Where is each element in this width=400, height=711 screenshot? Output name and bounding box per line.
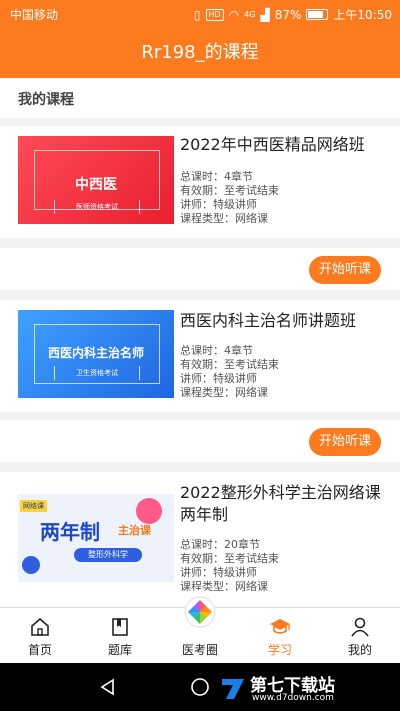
course-action-row: 开始听课 — [0, 420, 400, 462]
course-thumbnail[interactable]: 西医内科主治名师 卫生资格考试 — [18, 310, 174, 398]
thumbnail-title: 中西医 — [75, 177, 117, 193]
hours-value: 4章节 — [224, 344, 253, 357]
tab-question-bank[interactable]: 题库 — [80, 608, 160, 664]
signal-icon: ▟ — [260, 7, 270, 22]
tab-label: 学习 — [267, 643, 292, 657]
thumbnail-chip: 网络课 — [20, 500, 47, 512]
type-value: 网络课 — [235, 580, 268, 593]
status-bar: 中国移动 ▯ HD ◠ 4G ▟ 87% 上午10:50 — [0, 0, 400, 28]
page-title: Rr198_的课程 — [141, 42, 259, 63]
lecturer-label: 讲师： — [180, 566, 213, 579]
thumbnail-tag: 主治课 — [118, 524, 151, 537]
network-label: 4G — [244, 10, 256, 19]
course-card[interactable]: 网络课 两年制 主治课 整形外科学 2022整形外科学主治网络课两年制 总课时：… — [0, 472, 400, 607]
back-icon[interactable] — [98, 677, 118, 697]
course-card[interactable]: 中西医 医师资格考试 2022年中西医精品网络班 总课时：4章节 有效期：至考试… — [0, 126, 400, 238]
thumbnail-subtitle: 卫生资格考试 — [54, 366, 140, 380]
course-title[interactable]: 西医内科主治名师讲题班 — [180, 310, 390, 332]
course-meta: 总课时：20章节 有效期：至考试结束 讲师：特级讲师 课程类型：网络课 — [180, 538, 390, 594]
start-listening-button[interactable]: 开始听课 — [309, 256, 381, 284]
course-title[interactable]: 2022整形外科学主治网络课两年制 — [180, 482, 390, 526]
type-value: 网络课 — [235, 212, 268, 225]
tab-study[interactable]: 学习 — [240, 608, 320, 664]
hd-badge: HD — [205, 8, 224, 21]
tab-label: 首页 — [27, 643, 52, 657]
lecturer-value: 特级讲师 — [213, 198, 257, 211]
vibrate-icon: ▯ — [193, 7, 201, 22]
thumbnail-title: 西医内科主治名师 — [47, 346, 144, 360]
validity-value: 至考试结束 — [224, 552, 279, 565]
type-value: 网络课 — [235, 386, 268, 399]
lecturer-label: 讲师： — [180, 372, 213, 385]
hours-label: 总课时： — [180, 538, 224, 551]
type-label: 课程类型： — [180, 386, 235, 399]
tab-label: 题库 — [107, 643, 132, 657]
validity-label: 有效期： — [180, 358, 224, 371]
aperture-icon — [184, 596, 216, 628]
watermark: 第七下载站 www.d7down.com — [218, 669, 398, 707]
validity-value: 至考试结束 — [224, 358, 279, 371]
hours-value: 20章节 — [224, 538, 260, 551]
tab-label: 医考圈 — [181, 643, 218, 657]
thumbnail-subtitle: 医师资格考试 — [54, 200, 140, 214]
wifi-icon: ◠ — [228, 7, 240, 22]
tab-profile[interactable]: 我的 — [320, 608, 400, 664]
validity-label: 有效期： — [180, 184, 224, 197]
person-icon — [351, 617, 369, 637]
carrier-label: 中国移动 — [10, 8, 59, 22]
validity-label: 有效期： — [180, 552, 224, 565]
home-icon — [31, 617, 49, 636]
lecturer-value: 特级讲师 — [213, 566, 257, 579]
lecturer-label: 讲师： — [180, 198, 213, 211]
hours-value: 4章节 — [224, 170, 253, 183]
course-card[interactable]: 西医内科主治名师 卫生资格考试 西医内科主治名师讲题班 总课时：4章节 有效期：… — [0, 300, 400, 412]
type-label: 课程类型： — [180, 212, 235, 225]
start-listening-button[interactable]: 开始听课 — [309, 428, 381, 456]
status-icons: ▯ HD ◠ 4G ▟ 87% 上午10:50 — [194, 6, 392, 23]
lecturer-value: 特级讲师 — [213, 372, 257, 385]
watermark-logo-icon — [222, 679, 244, 699]
course-thumbnail[interactable]: 网络课 两年制 主治课 整形外科学 — [18, 494, 174, 582]
hours-label: 总课时： — [180, 344, 224, 357]
tab-circle[interactable]: 医考圈 — [160, 596, 240, 664]
course-title[interactable]: 2022年中西医精品网络班 — [180, 134, 390, 156]
thumbnail-pill: 整形外科学 — [74, 548, 142, 562]
course-meta: 总课时：4章节 有效期：至考试结束 讲师：特级讲师 课程类型：网络课 — [180, 170, 390, 226]
system-nav-bar: 第七下载站 www.d7down.com — [0, 663, 400, 711]
section-header: 我的课程 — [0, 78, 400, 118]
decor-circle — [22, 556, 40, 574]
page-header: Rr198_的课程 — [0, 28, 400, 78]
validity-value: 至考试结束 — [224, 184, 279, 197]
battery-percent: 87% — [274, 7, 302, 22]
bottom-tab-bar: 首页 题库 医考圈 学习 我的 — [0, 596, 400, 664]
tab-home[interactable]: 首页 — [0, 608, 80, 664]
clock: 上午10:50 — [333, 8, 392, 22]
thumbnail-title: 两年制 — [40, 520, 100, 544]
course-meta: 总课时：4章节 有效期：至考试结束 讲师：特级讲师 课程类型：网络课 — [180, 344, 390, 400]
tab-label: 我的 — [347, 643, 372, 657]
hours-label: 总课时： — [180, 170, 224, 183]
decor-circle — [136, 498, 162, 524]
graduation-cap-icon — [270, 619, 290, 634]
book-icon — [112, 618, 128, 636]
home-circle-icon[interactable] — [190, 677, 210, 697]
course-thumbnail[interactable]: 中西医 医师资格考试 — [18, 136, 174, 224]
course-action-row: 开始听课 — [0, 248, 400, 290]
watermark-url: www.d7down.com — [252, 693, 334, 703]
battery-icon — [306, 9, 329, 20]
section-title: 我的课程 — [18, 92, 74, 108]
